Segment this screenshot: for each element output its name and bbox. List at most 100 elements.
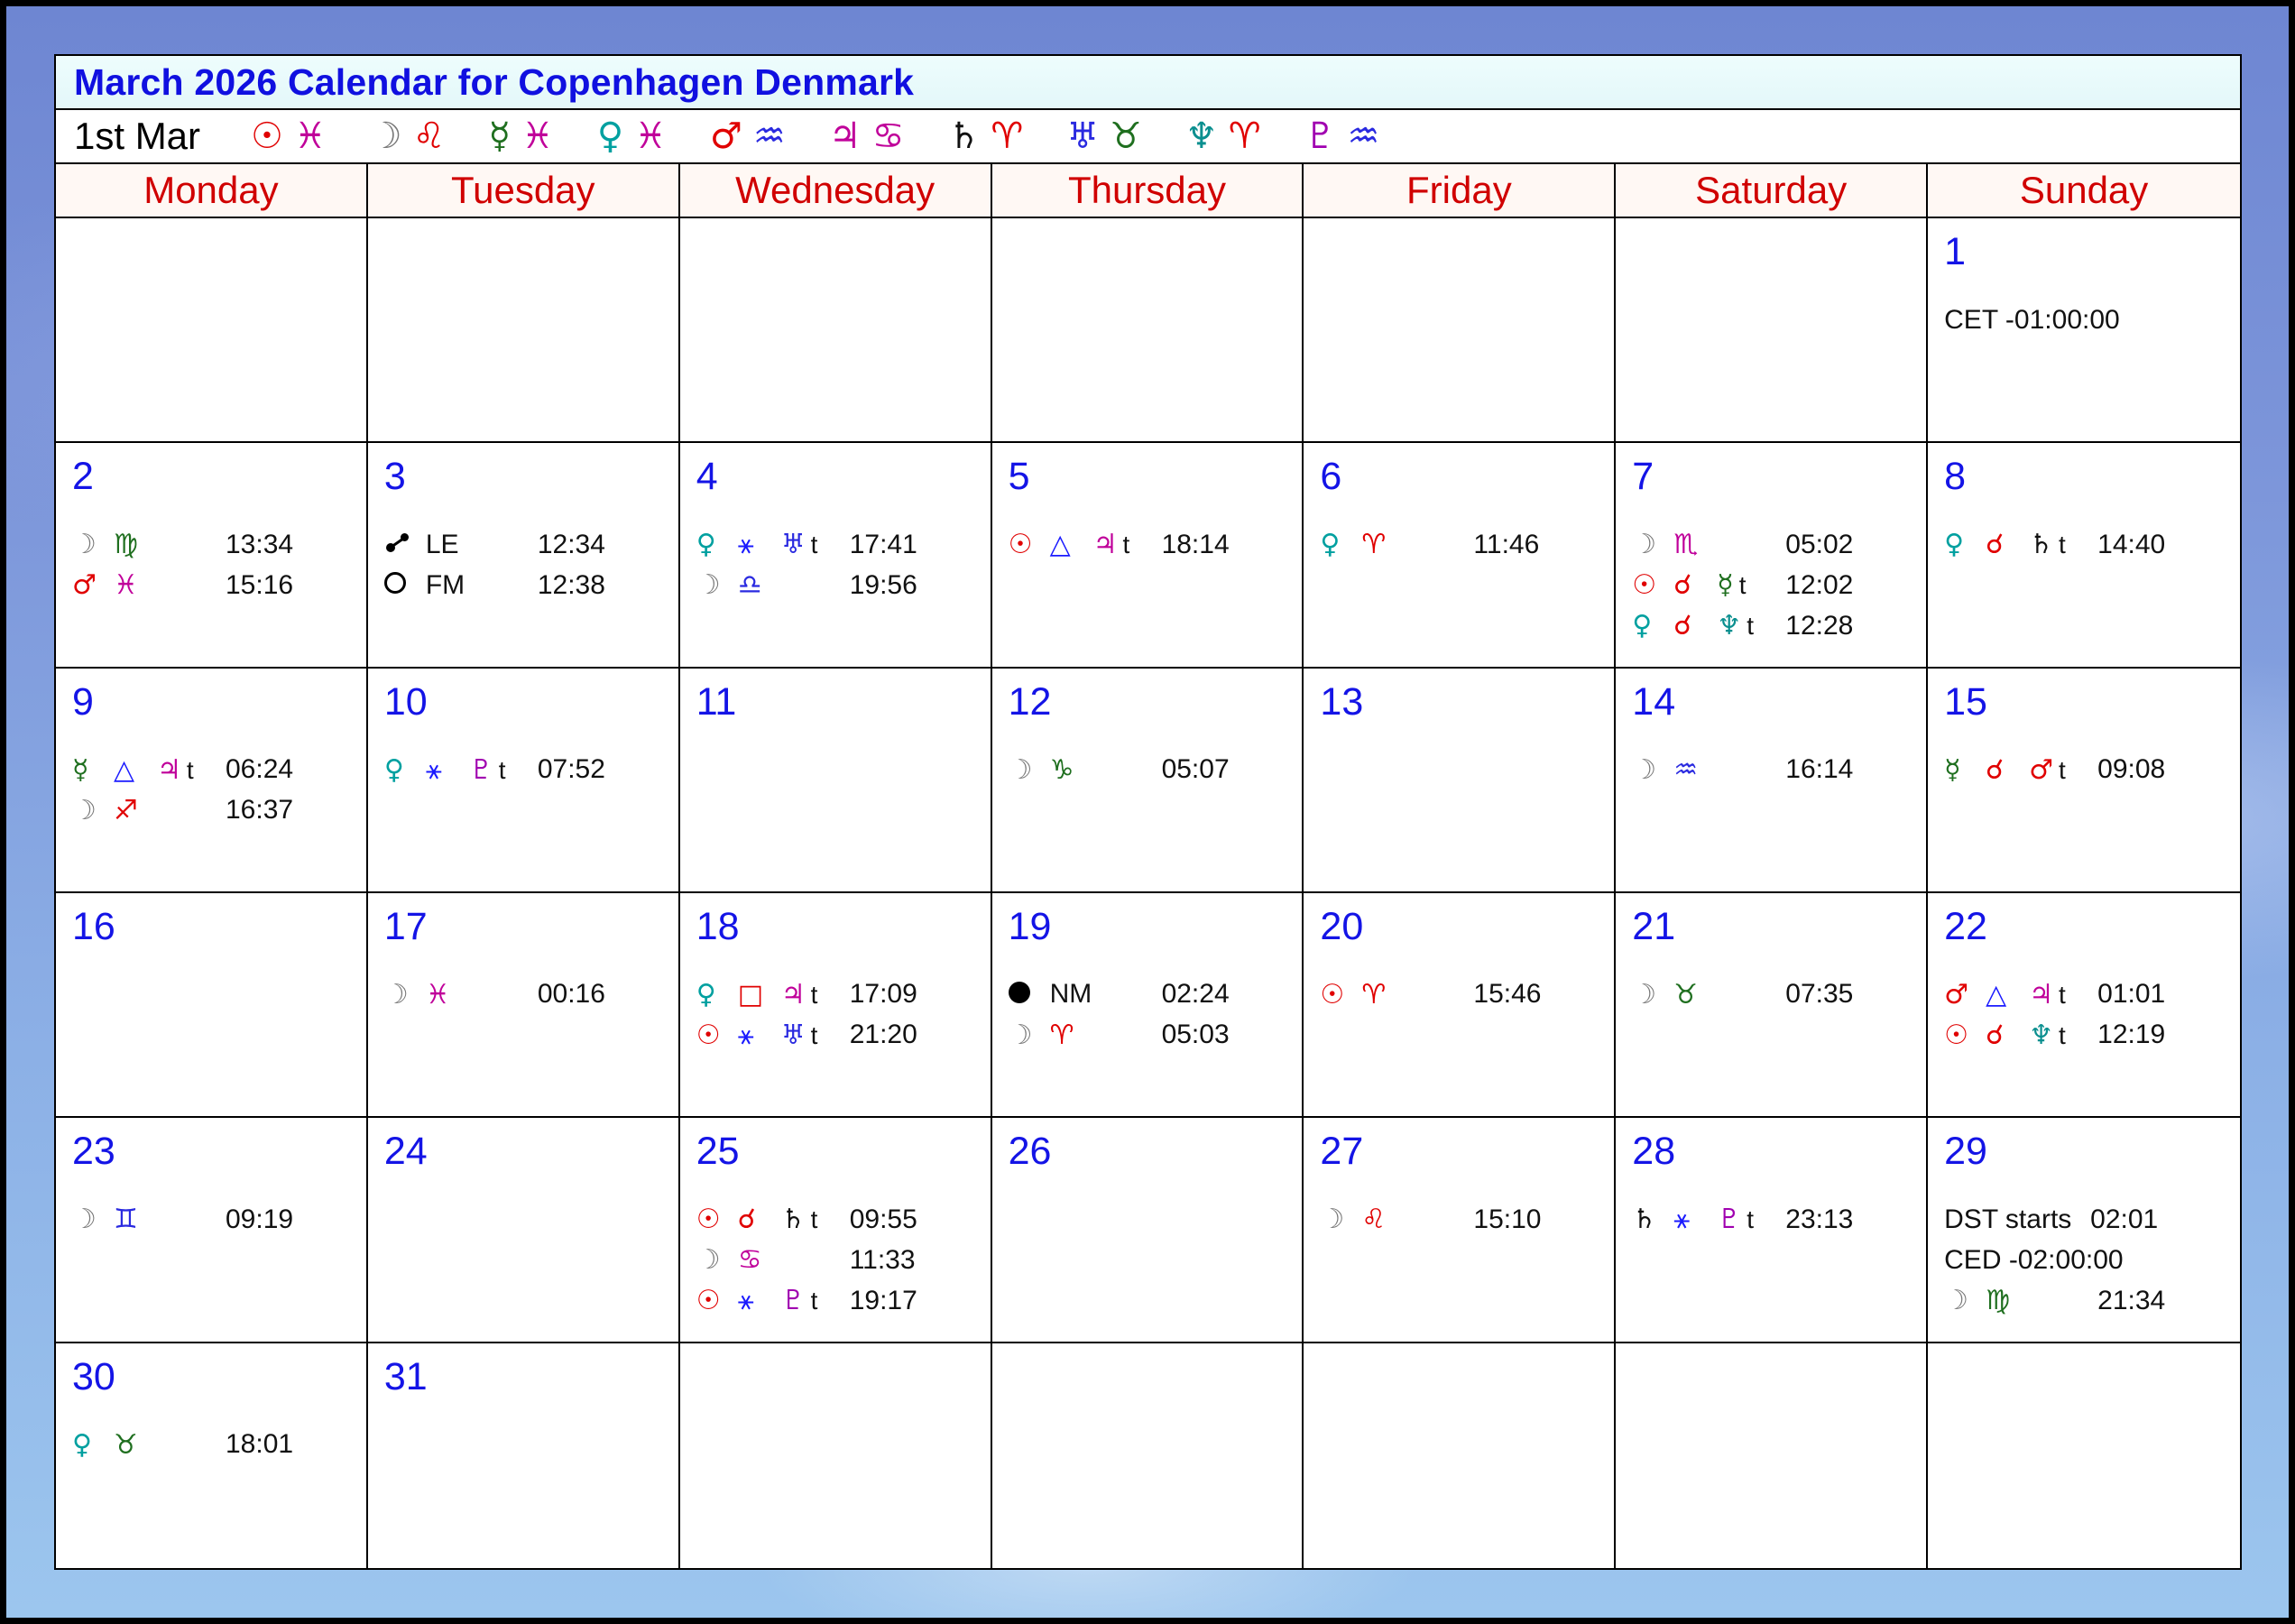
transit-planet-icon: ♆ t (1717, 610, 1785, 641)
planet-glyph-icon: ☿ (72, 753, 89, 786)
day-cell-3[interactable]: 3 LE 12:34 FM 12:38 (367, 443, 680, 669)
planet-position: ♄ ♈ (947, 115, 1023, 157)
day-cell-4[interactable]: 4 ♀ ⚹ ♅ t 17:41 ☽ ♎ 19:56 (679, 443, 992, 669)
zodiac-sign-icon: ♈ (1228, 115, 1261, 157)
day-cell-12[interactable]: 12 ☽ ♑ 05:07 (991, 668, 1304, 893)
day-cell-31[interactable]: 31 (368, 1343, 680, 1568)
day-events: ☽ ♍ 13:34 ♂ ♓ 15:16 (72, 524, 366, 605)
transit-marker: t (2059, 755, 2066, 784)
day-events: ☽ ♌ 15:10 (1320, 1199, 1614, 1240)
day-number: 6 (1320, 455, 1342, 499)
event-row: ☿ △ ♃ t 06:24 (72, 750, 366, 790)
event-label: NM (1049, 979, 1092, 1010)
day-cell-21[interactable]: 21 ☽ ♉ 07:35 (1616, 892, 1929, 1119)
event-row: ☽ ♑ 05:07 (1009, 750, 1303, 790)
day-events: ☿ ☌ ♂ t 09:08 (1944, 750, 2240, 790)
zodiac-sign-icon: ♍ (1986, 1285, 2011, 1317)
day-cell-28[interactable]: 28 ♄ ⚹ ♇ t 23:13 (1616, 1118, 1929, 1343)
event-row: LE 12:34 (384, 524, 678, 565)
event-time: 11:46 (1473, 529, 1540, 559)
event-row: ☽ ♌ 15:10 (1320, 1199, 1614, 1240)
event-time: 17:41 (849, 529, 917, 559)
day-cell-16[interactable]: 16 (56, 892, 368, 1119)
transit-marker: t (498, 755, 506, 784)
day-cell-17[interactable]: 17 ☽ ♓ 00:16 (367, 892, 680, 1119)
weekday-header-row: Monday Tuesday Wednesday Thursday Friday Satu… (56, 164, 2240, 218)
day-events: CET -01:00:00 (1944, 300, 2240, 340)
event-row: ☽ ♈ 05:03 (1009, 1015, 1303, 1056)
day-cell-10[interactable]: 10 ♀ ⚹ ♇ t 07:52 (367, 668, 680, 893)
zodiac-sign-icon: ♌ (1361, 1204, 1387, 1236)
aspect-glyph-icon: ☌ (737, 1204, 756, 1236)
planet-position: ♆ ♈ (1185, 115, 1261, 157)
day-cell-5[interactable]: 5 ☉ △ ♃ t 18:14 (991, 443, 1304, 669)
zodiac-sign-icon: ♐ (114, 794, 138, 826)
zodiac-sign-icon: ♑ (1049, 753, 1074, 786)
transit-planet-icon: ♃ t (781, 979, 850, 1010)
zodiac-sign-icon: ♓ (293, 115, 327, 157)
event-time: 13:34 (226, 529, 294, 559)
aspect-glyph-icon: □ (737, 978, 764, 1010)
planet-glyph-icon: ☽ (1008, 1019, 1033, 1051)
day-cell-29[interactable]: 29 DST starts 02:01 CED -02:00:00 ☽ ♍ 21:34 (1928, 1118, 2240, 1343)
day-cell-19[interactable]: 19 NM 02:24 ☽ ♈ 05:03 (991, 892, 1304, 1119)
transit-planet-icon: ♇ t (1717, 1204, 1785, 1235)
event-time: 12:02 (1785, 569, 1854, 600)
day-number: 7 (1632, 455, 1654, 499)
zodiac-sign-icon: ♍ (114, 529, 138, 561)
calendar-title: March 2026 Calendar for Copenhagen Denma… (74, 60, 915, 103)
day-cell-18[interactable]: 18 ♀ □ ♃ t 17:09 ☉ ⚹ ♅ t 21:20 (679, 892, 992, 1119)
weekday-header-wednesday: Wednesday (680, 164, 992, 217)
day-cell-26[interactable]: 26 (991, 1118, 1304, 1343)
day-cell-13[interactable]: 13 (1304, 668, 1617, 893)
event-row: ♀ ⚹ ♅ t 17:41 (696, 524, 991, 565)
day-cell-11[interactable]: 11 (679, 668, 992, 893)
day-cell-7[interactable]: 7 ☽ ♏ 05:02 ☉ ☌ ☿ t 12:02 ♀ ☌ ♆ t 12:28 (1616, 443, 1929, 669)
event-time: 19:56 (849, 569, 917, 600)
day-cell-6[interactable]: 6 ♀ ♈ 11:46 (1304, 443, 1617, 669)
event-time: 00:16 (537, 979, 605, 1010)
day-cell-25[interactable]: 25 ☉ ☌ ♄ t 09:55 ☽ ♋ 11:33 ☉ ⚹ ♇ t 19:17 (679, 1118, 992, 1343)
planet-position: ☿ ♓ (488, 115, 553, 157)
planet-position: ☽ ♌ (370, 115, 446, 157)
day-number: 28 (1632, 1130, 1676, 1174)
weekday-header-tuesday: Tuesday (368, 164, 680, 217)
new-moon-icon (1008, 979, 1050, 1010)
day-cell-27[interactable]: 27 ☽ ♌ 15:10 (1304, 1118, 1617, 1343)
transit-planet-icon: ♃ t (2029, 979, 2097, 1010)
day-cell-14[interactable]: 14 ☽ ♒ 16:14 (1616, 668, 1929, 893)
event-row: ☉ ☌ ♄ t 09:55 (696, 1199, 991, 1240)
event-row: ☽ ♒ 16:14 (1632, 750, 1926, 790)
day-cell-1[interactable]: 1 CET -01:00:00 (1928, 218, 2240, 444)
transit-marker: t (186, 755, 194, 784)
event-label: FM (425, 569, 465, 600)
day-number: 10 (383, 679, 428, 724)
day-cell-23[interactable]: 23 ☽ ♊ 09:19 (56, 1118, 368, 1343)
day-cell-22[interactable]: 22 ♂ △ ♃ t 01:01 ☉ ☌ ♆ t 12:19 (1928, 893, 2240, 1119)
planet-glyph-icon: ♂ (710, 115, 742, 157)
event-row: ☿ ☌ ♂ t 09:08 (1944, 750, 2240, 790)
event-time: 17:09 (849, 979, 917, 1010)
day-cell-20[interactable]: 20 ☉ ♈ 15:46 (1304, 892, 1617, 1119)
day-events: ♄ ⚹ ♇ t 23:13 (1632, 1199, 1926, 1240)
day-events: ♀ ⚹ ♅ t 17:41 ☽ ♎ 19:56 (696, 524, 991, 605)
transit-planet-icon: ♃ t (157, 754, 226, 786)
day-events: NM 02:24 ☽ ♈ 05:03 (1008, 974, 1303, 1056)
planet-position: ♇ ♒ (1304, 115, 1380, 157)
day-cell-9[interactable]: 9 ☿ △ ♃ t 06:24 ☽ ♐ 16:37 (56, 668, 368, 893)
event-row: FM 12:38 (383, 565, 678, 605)
day-number: 17 (383, 904, 428, 948)
event-row: ☉ ♈ 15:46 (1320, 974, 1614, 1015)
day-cell-8[interactable]: 8 ♀ ☌ ♄ t 14:40 (1928, 443, 2240, 669)
day-events: DST starts 02:01 CED -02:00:00 ☽ ♍ 21:34 (1944, 1199, 2240, 1321)
day-cell-24[interactable]: 24 (367, 1118, 680, 1343)
planet-glyph-icon: ☉ (1320, 978, 1345, 1010)
planet-glyph-icon: ☿ (1944, 753, 1961, 786)
empty-day-cell (679, 218, 992, 444)
empty-day-cell (367, 218, 680, 444)
day-cell-30[interactable]: 30 ♀ ♉ 18:01 (56, 1343, 368, 1568)
day-cell-2[interactable]: 2 ☽ ♍ 13:34 ♂ ♓ 15:16 (56, 443, 368, 669)
planet-position: ☉ ♓ (251, 115, 327, 157)
day-cell-15[interactable]: 15 ☿ ☌ ♂ t 09:08 (1928, 669, 2240, 893)
planet-glyph-icon: ♄ (1632, 1204, 1657, 1236)
